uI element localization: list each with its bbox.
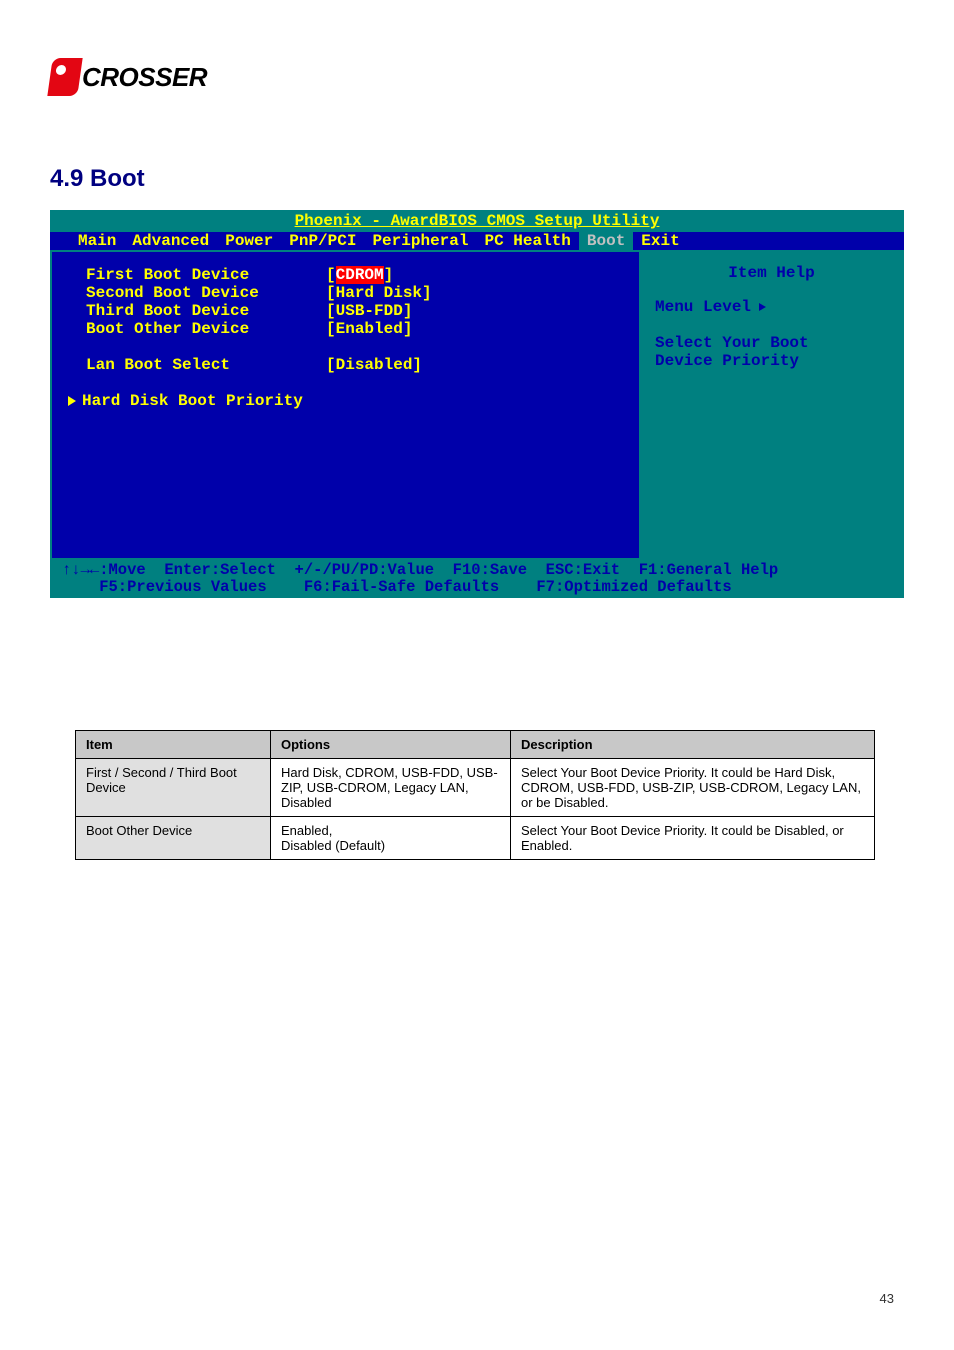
cell-desc: Select Your Boot Device Priority. It cou…: [511, 759, 875, 817]
menu-bar: Main Advanced Power PnP/PCI Peripheral P…: [50, 232, 904, 250]
first-boot-value: [CDROM]: [326, 266, 393, 284]
help-desc-line2: Device Priority: [655, 352, 888, 370]
third-boot-device-row[interactable]: Third Boot Device [USB-FDD]: [66, 302, 639, 320]
col-description: Description: [511, 731, 875, 759]
menu-boot[interactable]: Boot: [579, 232, 633, 250]
logo: CROSSER: [50, 56, 232, 98]
boot-other-device-row[interactable]: Boot Other Device [Enabled]: [66, 320, 639, 338]
menu-pchealth[interactable]: PC Health: [476, 232, 578, 250]
menu-main[interactable]: Main: [70, 232, 124, 250]
table-row: First / Second / Third Boot Device Hard …: [76, 759, 875, 817]
bios-settings-pane: First Boot Device [CDROM] Second Boot De…: [50, 250, 639, 560]
lan-boot-value: [Disabled]: [326, 356, 422, 374]
second-boot-label: Second Boot Device: [66, 284, 326, 302]
footer-line1: ↑↓→←:Move Enter:Select +/-/PU/PD:Value F…: [62, 562, 892, 579]
third-boot-value: [USB-FDD]: [326, 302, 412, 320]
table-header-row: Item Options Description: [76, 731, 875, 759]
table-row: Boot Other Device Enabled, Disabled (Def…: [76, 817, 875, 860]
menu-advanced[interactable]: Advanced: [124, 232, 217, 250]
cell-desc: Select Your Boot Device Priority. It cou…: [511, 817, 875, 860]
footer-line2: F5:Previous Values F6:Fail-Safe Defaults…: [62, 579, 892, 596]
cell-options: Hard Disk, CDROM, USB-FDD, USB-ZIP, USB-…: [271, 759, 511, 817]
bios-footer: ↑↓→←:Move Enter:Select +/-/PU/PD:Value F…: [50, 560, 904, 598]
menu-level-row: Menu Level: [655, 298, 888, 316]
boot-other-value: [Enabled]: [326, 320, 412, 338]
triangle-right-icon: [68, 396, 76, 406]
cell-item: First / Second / Third Boot Device: [76, 759, 271, 817]
lan-boot-label: Lan Boot Select: [66, 356, 326, 374]
menu-pnppci[interactable]: PnP/PCI: [281, 232, 364, 250]
menu-peripheral[interactable]: Peripheral: [364, 232, 476, 250]
spacer: [66, 338, 639, 356]
logo-icon: [47, 58, 82, 96]
col-item: Item: [76, 731, 271, 759]
options-table: Item Options Description First / Second …: [75, 730, 875, 860]
item-help-pane: Item Help Menu Level Select Your Boot De…: [639, 250, 904, 560]
logo-text: CROSSER: [82, 62, 207, 93]
second-boot-value: [Hard Disk]: [326, 284, 432, 302]
item-help-title: Item Help: [655, 264, 888, 282]
cell-item: Boot Other Device: [76, 817, 271, 860]
menu-exit[interactable]: Exit: [633, 232, 687, 250]
bios-window: Phoenix - AwardBIOS CMOS Setup Utility M…: [50, 210, 904, 600]
col-options: Options: [271, 731, 511, 759]
section-title: 4.9 Boot: [50, 165, 145, 193]
boot-other-label: Boot Other Device: [66, 320, 326, 338]
page-number: 43: [880, 1291, 894, 1306]
help-desc-line1: Select Your Boot: [655, 334, 888, 352]
cell-options: Enabled, Disabled (Default): [271, 817, 511, 860]
bios-body: First Boot Device [CDROM] Second Boot De…: [50, 250, 904, 560]
menu-power[interactable]: Power: [217, 232, 281, 250]
bios-title: Phoenix - AwardBIOS CMOS Setup Utility: [50, 210, 904, 232]
second-boot-device-row[interactable]: Second Boot Device [Hard Disk]: [66, 284, 639, 302]
triangle-right-icon: [759, 303, 766, 311]
first-boot-device-row[interactable]: First Boot Device [CDROM]: [66, 266, 639, 284]
first-boot-label: First Boot Device: [66, 266, 326, 284]
lan-boot-row[interactable]: Lan Boot Select [Disabled]: [66, 356, 639, 374]
hard-disk-boot-priority[interactable]: Hard Disk Boot Priority: [66, 392, 639, 410]
third-boot-label: Third Boot Device: [66, 302, 326, 320]
spacer: [66, 374, 639, 392]
